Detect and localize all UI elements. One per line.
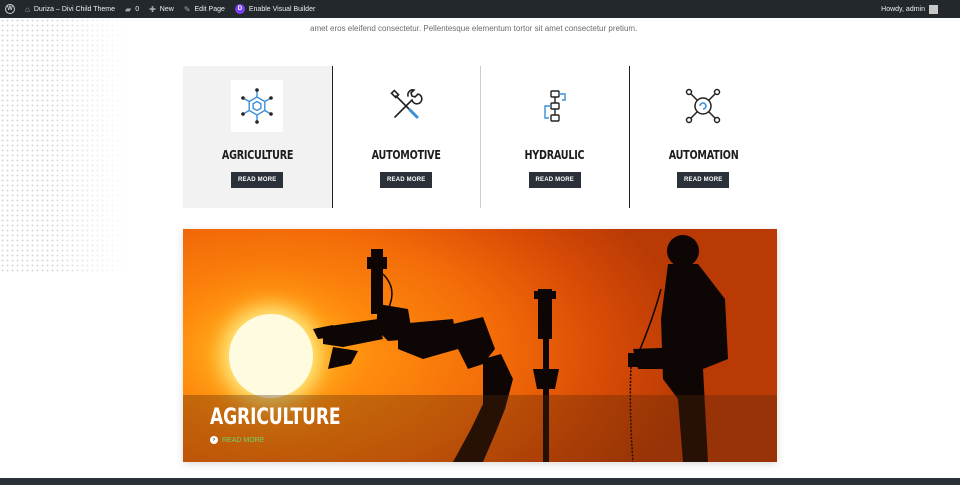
visual-builder-label: Enable Visual Builder bbox=[248, 5, 316, 13]
service-card-automotive[interactable]: AUTOMOTIVE READ MORE bbox=[331, 66, 481, 208]
site-name-link[interactable]: ⌂ Duriza – Divi Child Theme bbox=[20, 0, 120, 18]
service-card-hydraulic[interactable]: HYDRAULIC READ MORE bbox=[480, 66, 629, 208]
new-content-link[interactable]: ✚ New bbox=[144, 0, 179, 18]
hexagon-network-icon bbox=[231, 80, 284, 132]
wrench-screwdriver-icon bbox=[380, 80, 432, 132]
comments-link[interactable]: ▰ 0 bbox=[120, 0, 144, 18]
flowchart-icon bbox=[529, 80, 581, 132]
hero-title: AGRICULTURE bbox=[210, 405, 341, 430]
services-row: AGRICULTURE READ MORE AUTOMOTIVE READ MO… bbox=[183, 66, 777, 208]
wordpress-logo-button[interactable]: W bbox=[0, 0, 20, 18]
howdy-label: Howdy, admin bbox=[881, 5, 925, 13]
service-title: AUTOMATION bbox=[668, 148, 739, 162]
edit-page-link[interactable]: ✎ Edit Page bbox=[179, 0, 230, 18]
service-card-automation[interactable]: AUTOMATION READ MORE bbox=[628, 66, 778, 208]
comments-count: 0 bbox=[135, 5, 140, 13]
read-more-button[interactable]: READ MORE bbox=[231, 172, 284, 188]
dotted-pattern-decoration bbox=[0, 18, 130, 273]
wp-admin-bar: W ⌂ Duriza – Divi Child Theme ▰ 0 ✚ New … bbox=[0, 0, 960, 18]
service-card-agriculture[interactable]: AGRICULTURE READ MORE bbox=[183, 66, 332, 208]
plus-icon: ✚ bbox=[149, 4, 156, 14]
edit-page-label: Edit Page bbox=[194, 5, 225, 13]
wordpress-icon: W bbox=[5, 4, 15, 14]
new-label: New bbox=[159, 5, 174, 13]
pencil-icon: ✎ bbox=[183, 4, 191, 14]
intro-text: amet eros eleifend consectetur. Pellente… bbox=[310, 24, 638, 33]
home-icon: ⌂ bbox=[25, 4, 30, 14]
service-title: AUTOMOTIVE bbox=[371, 148, 441, 162]
hero-read-more-link[interactable]: › READ MORE bbox=[210, 436, 264, 444]
read-more-button[interactable]: READ MORE bbox=[528, 172, 581, 188]
avatar bbox=[929, 4, 938, 14]
read-more-button[interactable]: READ MORE bbox=[380, 172, 433, 188]
arrow-right-circle-icon: › bbox=[210, 436, 218, 444]
comment-icon: ▰ bbox=[125, 4, 132, 14]
footer-strip bbox=[0, 478, 960, 485]
hero-read-more-label: READ MORE bbox=[222, 436, 265, 444]
site-name-label: Duriza – Divi Child Theme bbox=[33, 5, 116, 13]
read-more-button[interactable]: READ MORE bbox=[677, 172, 730, 188]
gear-nodes-icon bbox=[677, 80, 729, 132]
divi-icon: D bbox=[234, 4, 245, 14]
account-menu[interactable]: Howdy, admin bbox=[881, 4, 960, 14]
service-title: AGRICULTURE bbox=[221, 148, 294, 162]
hero-banner[interactable]: AGRICULTURE › READ MORE bbox=[183, 229, 777, 462]
service-title: HYDRAULIC bbox=[524, 148, 585, 162]
visual-builder-link[interactable]: D Enable Visual Builder bbox=[230, 0, 320, 18]
